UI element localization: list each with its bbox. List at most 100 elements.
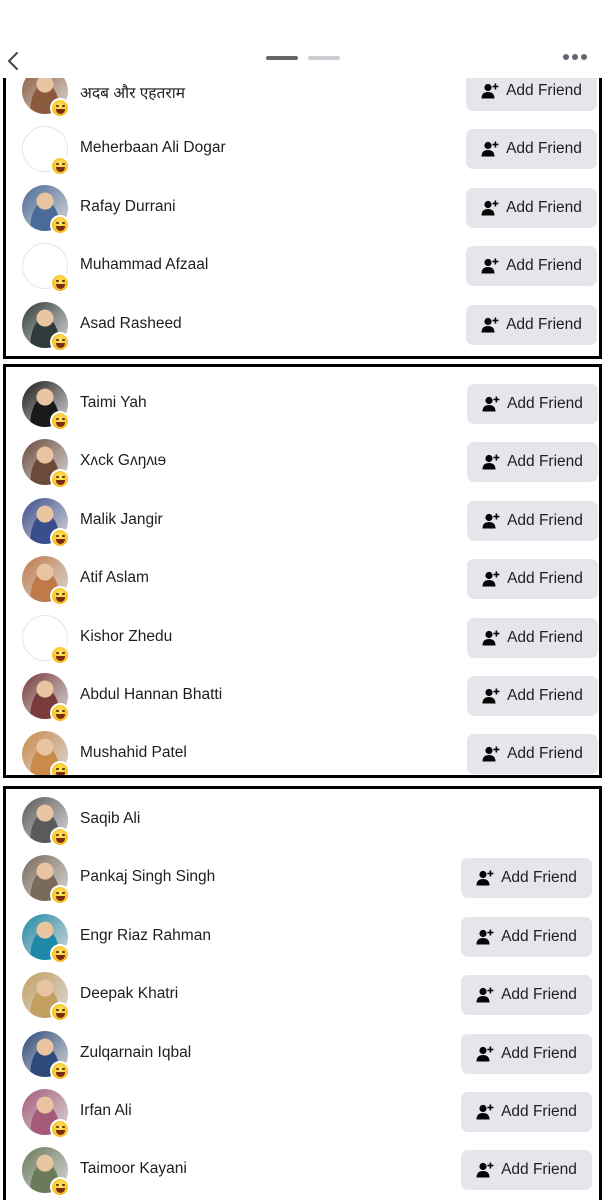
add-friend-button[interactable]: Add Friend	[467, 384, 598, 424]
avatar[interactable]	[22, 301, 70, 352]
avatar[interactable]	[22, 78, 70, 118]
suggestion-row[interactable]: Deepak Khatri Add Friend	[6, 966, 599, 1024]
suggestion-row[interactable]: Malik Jangir Add Friend	[6, 492, 599, 550]
person-name[interactable]: Abdul Hannan Bhatti	[80, 686, 222, 704]
haha-reaction-icon	[50, 1119, 70, 1139]
avatar[interactable]	[22, 673, 70, 723]
avatar[interactable]	[22, 972, 70, 1023]
add-person-icon	[482, 746, 500, 762]
suggestion-row[interactable]: Meherbaan Ali Dogar Add Friend	[6, 120, 599, 178]
suggestion-row[interactable]: Mushahid Patel Add Friend	[6, 725, 599, 775]
add-friend-button[interactable]: Add Friend	[461, 1150, 592, 1191]
add-friend-button[interactable]: Add Friend	[461, 975, 592, 1016]
add-friend-button[interactable]: Add Friend	[466, 304, 597, 345]
suggestion-row[interactable]: Xʌck Gʌŋʌɩɘ Add Friend	[6, 433, 599, 491]
avatar[interactable]	[22, 381, 70, 431]
suggestion-row[interactable]: Kishor Zhedu Add Friend	[6, 609, 599, 667]
haha-reaction-icon	[50, 1060, 70, 1081]
suggestion-row[interactable]: अदब और एहतराम Add Friend	[6, 78, 599, 120]
person-name[interactable]: Saqib Ali	[80, 810, 140, 828]
avatar[interactable]	[22, 497, 70, 548]
avatar[interactable]	[22, 556, 70, 607]
person-name[interactable]: Taimoor Kayani	[80, 1160, 187, 1178]
add-friend-label: Add Friend	[501, 986, 577, 1004]
person-name[interactable]: अदब और एहतराम	[80, 81, 185, 103]
add-friend-button[interactable]: Add Friend	[467, 559, 598, 600]
add-friend-label: Add Friend	[507, 570, 583, 588]
avatar[interactable]	[22, 1030, 70, 1081]
suggestion-row[interactable]: Atif Aslam Add Friend	[6, 550, 599, 608]
haha-reaction-icon	[50, 827, 70, 847]
suggestion-row[interactable]: Taimoor Kayani Add Friend	[6, 1141, 599, 1199]
avatar[interactable]	[22, 243, 70, 294]
avatar[interactable]	[22, 1089, 70, 1139]
avatar[interactable]	[22, 913, 70, 964]
back-button[interactable]	[6, 50, 24, 72]
person-name[interactable]: Muhammad Afzaal	[80, 256, 208, 274]
suggestion-row[interactable]: Muhammad Afzaal Add Friend	[6, 237, 599, 295]
add-friend-button[interactable]: Add Friend	[466, 187, 597, 228]
avatar[interactable]	[22, 614, 70, 665]
avatar[interactable]	[22, 1147, 70, 1198]
haha-reaction-icon	[50, 761, 70, 775]
person-name[interactable]: Malik Jangir	[80, 511, 163, 529]
person-name[interactable]: Xʌck Gʌŋʌɩɘ	[80, 452, 166, 470]
add-friend-button[interactable]: Add Friend	[466, 129, 597, 170]
add-friend-label: Add Friend	[507, 687, 583, 704]
avatar[interactable]	[22, 797, 70, 847]
avatar[interactable]	[22, 184, 70, 235]
person-name[interactable]: Asad Rasheed	[80, 315, 182, 333]
person-name[interactable]: Deepak Khatri	[80, 985, 178, 1003]
add-person-icon	[476, 929, 494, 945]
person-name[interactable]: Meherbaan Ali Dogar	[80, 139, 226, 157]
person-name[interactable]: Irfan Ali	[80, 1102, 132, 1120]
add-friend-button[interactable]: Add Friend	[466, 246, 597, 287]
suggestion-group-2: Taimi Yah Add Friend Xʌck Gʌŋʌɩɘ Add Friend…	[3, 364, 602, 778]
person-name[interactable]: Kishor Zhedu	[80, 628, 172, 646]
add-person-icon	[476, 987, 494, 1003]
add-friend-button[interactable]: Add Friend	[467, 442, 598, 483]
person-name[interactable]: Mushahid Patel	[80, 744, 187, 762]
add-friend-button[interactable]: Add Friend	[461, 1033, 592, 1074]
person-name[interactable]: Zulqarnain Iqbal	[80, 1044, 191, 1062]
suggestion-group-3: Saqib Ali Pankaj Singh Singh Add Friend Eng…	[3, 786, 602, 1200]
add-friend-button[interactable]: Add Friend	[466, 78, 597, 111]
haha-reaction-icon	[50, 214, 70, 235]
add-friend-button[interactable]: Add Friend	[467, 617, 598, 658]
add-friend-button[interactable]: Add Friend	[461, 1092, 592, 1132]
suggestion-row[interactable]: Irfan Ali Add Friend	[6, 1083, 599, 1141]
avatar[interactable]	[22, 855, 70, 906]
add-friend-label: Add Friend	[501, 1161, 577, 1179]
suggestion-row[interactable]: Asad Rasheed Add Friend	[6, 296, 599, 354]
add-friend-button[interactable]: Add Friend	[467, 676, 598, 716]
suggestion-row[interactable]: Taimi Yah Add Friend	[6, 375, 599, 433]
person-name[interactable]: Rafay Durrani	[80, 198, 176, 216]
add-friend-button[interactable]: Add Friend	[467, 734, 598, 775]
haha-reaction-icon	[50, 469, 70, 490]
more-options-button[interactable]	[563, 54, 587, 60]
add-person-icon	[476, 1046, 494, 1062]
suggestion-row[interactable]: Zulqarnain Iqbal Add Friend	[6, 1025, 599, 1083]
more-dot	[572, 54, 578, 60]
avatar[interactable]	[22, 126, 70, 177]
page-dot-active	[266, 56, 298, 60]
avatar[interactable]	[22, 731, 70, 775]
suggestion-row[interactable]: Pankaj Singh Singh Add Friend	[6, 849, 599, 907]
avatar[interactable]	[22, 439, 70, 490]
suggestion-row[interactable]: Abdul Hannan Bhatti Add Friend	[6, 667, 599, 725]
haha-reaction-icon	[50, 273, 70, 294]
add-friend-label: Add Friend	[501, 1103, 577, 1120]
suggestion-row[interactable]: Engr Riaz Rahman Add Friend	[6, 908, 599, 966]
suggestion-row[interactable]: Saqib Ali	[6, 791, 599, 849]
person-name[interactable]: Engr Riaz Rahman	[80, 927, 211, 945]
person-name[interactable]: Pankaj Singh Singh	[80, 868, 215, 886]
add-person-icon	[482, 630, 500, 646]
suggestion-row[interactable]: Rafay Durrani Add Friend	[6, 179, 599, 237]
add-friend-button[interactable]: Add Friend	[461, 858, 592, 899]
add-friend-button[interactable]: Add Friend	[467, 500, 598, 541]
add-person-icon	[481, 317, 499, 333]
add-friend-button[interactable]: Add Friend	[461, 916, 592, 957]
person-name[interactable]: Taimi Yah	[80, 394, 147, 412]
person-name[interactable]: Atif Aslam	[80, 569, 149, 587]
haha-reaction-icon	[50, 156, 70, 177]
